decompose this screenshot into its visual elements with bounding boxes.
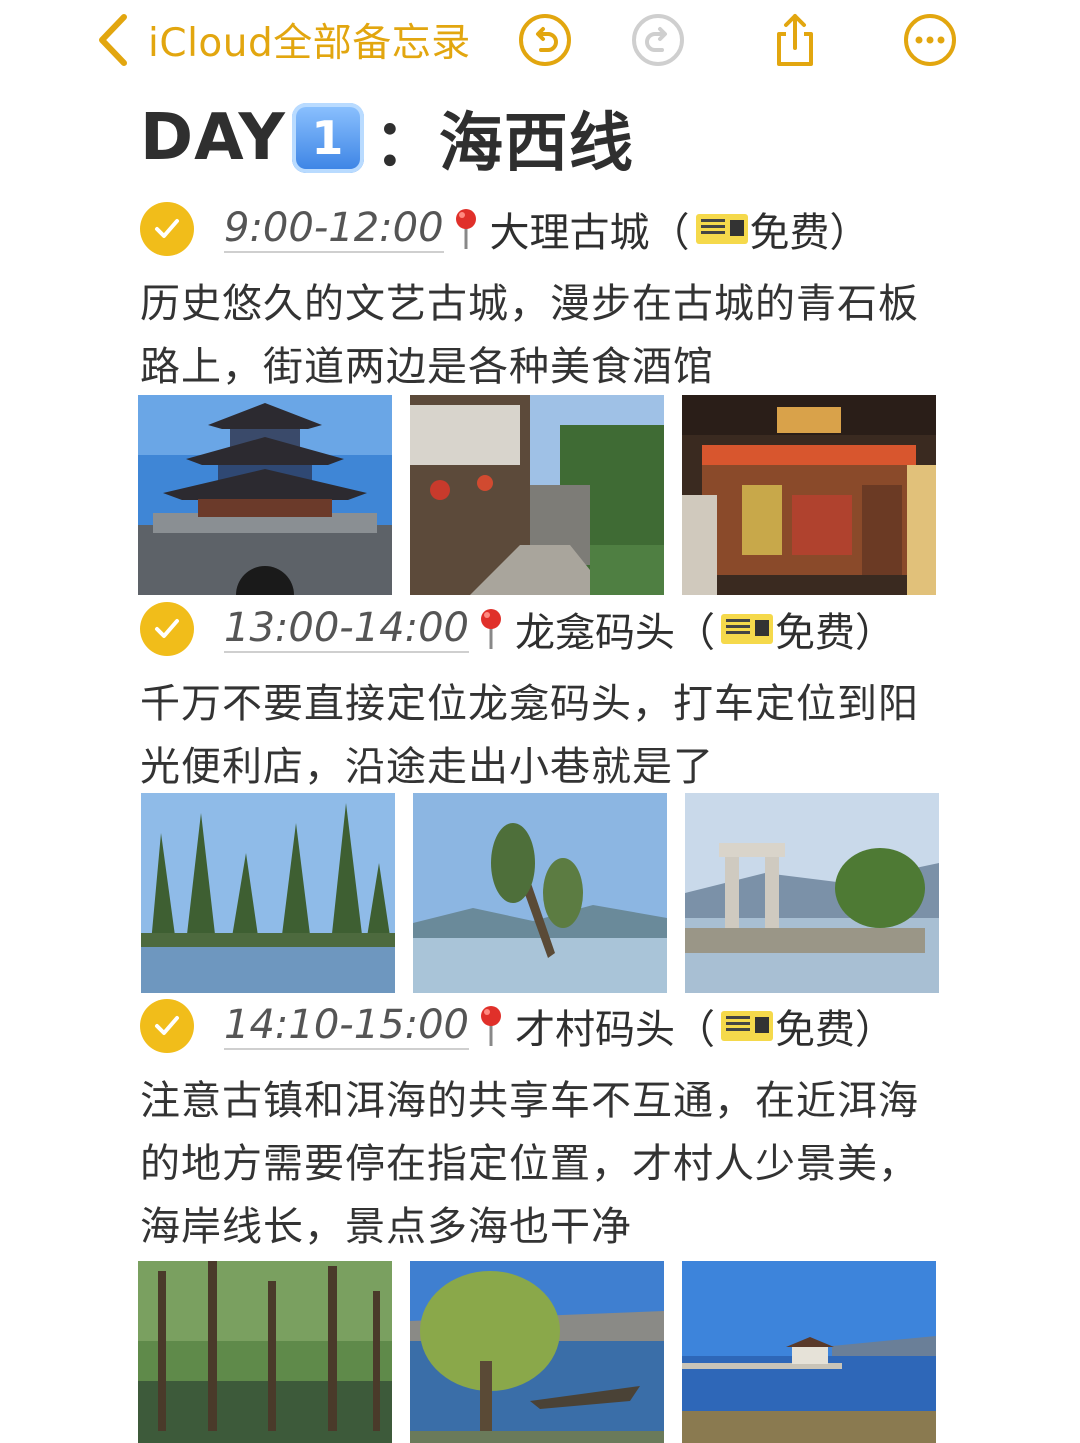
ticket-icon <box>720 614 773 644</box>
item-time[interactable]: 9:00-12:00 <box>224 205 444 253</box>
checkmark-icon[interactable] <box>140 999 194 1053</box>
item-place: 大理古城（ <box>489 210 690 256</box>
checkmark-icon[interactable] <box>140 202 194 256</box>
share-button[interactable] <box>767 12 823 68</box>
item-description: 千万不要直接定位龙龛码头，打车定位到阳光便利店，沿途走出小巷就是了 <box>140 681 919 790</box>
back-label: iCloud全部备忘录 <box>148 21 471 66</box>
round-pushpin-icon <box>480 609 501 649</box>
undo-icon <box>519 14 571 66</box>
more-button[interactable] <box>902 12 958 68</box>
item-place: 龙龛码头（ <box>514 610 715 656</box>
checklist-item-2: 13:00-14:00 龙龛码头（ 免费） <box>140 598 895 660</box>
title-prefix: DAY <box>140 101 286 175</box>
checklist-item-3: 14:10-15:00 才村码头（ 免费） <box>140 995 895 1057</box>
item-description: 注意古镇和洱海的共享车不互通，在近洱海的地方需要停在指定位置，才村人少景美，海岸… <box>140 1078 919 1250</box>
round-pushpin-icon <box>480 1006 501 1046</box>
photo-row-2 <box>141 793 941 993</box>
item-place: 才村码头（ <box>514 1007 715 1053</box>
ticket-icon <box>695 214 748 244</box>
photo-souvenir-shop[interactable] <box>682 395 936 595</box>
more-icon <box>904 14 956 66</box>
redo-icon <box>632 14 684 66</box>
item-time[interactable]: 13:00-14:00 <box>224 605 469 653</box>
photo-leaning-tree[interactable] <box>413 793 667 993</box>
redo-button[interactable] <box>630 12 686 68</box>
checkmark-icon[interactable] <box>140 602 194 656</box>
item-description: 历史悠久的文艺古城，漫步在古城的青石板路上，街道两边是各种美食酒馆 <box>140 281 919 390</box>
item-fee: 免费） <box>774 610 895 656</box>
photo-lake-pavilion[interactable] <box>682 1261 936 1443</box>
photo-stone-gate-pier[interactable] <box>685 793 939 993</box>
note-title: DAY 1 ：海西线 <box>140 96 634 181</box>
photo-row-1 <box>138 395 938 595</box>
item-time[interactable]: 14:10-15:00 <box>224 1002 469 1050</box>
item-fee: 免费） <box>774 1007 895 1053</box>
photo-willow-boat[interactable] <box>410 1261 664 1443</box>
back-button[interactable]: iCloud全部备忘录 <box>96 10 471 70</box>
photo-wetland-trees[interactable] <box>138 1261 392 1443</box>
share-icon <box>777 14 813 66</box>
photo-pagoda-tower[interactable] <box>138 395 392 595</box>
undo-button[interactable] <box>517 12 573 68</box>
round-pushpin-icon <box>455 209 476 249</box>
checklist-item-1: 9:00-12:00 大理古城（ 免费） <box>140 198 870 260</box>
title-suffix: ：海西线 <box>373 107 634 181</box>
keycap-number-icon: 1 <box>291 103 364 173</box>
photo-old-town-street[interactable] <box>410 395 664 595</box>
item-fee: 免费） <box>749 210 870 256</box>
photo-lakeside-trees[interactable] <box>141 793 395 993</box>
top-toolbar: iCloud全部备忘录 <box>0 0 1080 84</box>
ticket-icon <box>720 1011 773 1041</box>
photo-row-3 <box>138 1261 938 1443</box>
chevron-left-icon <box>99 14 127 66</box>
